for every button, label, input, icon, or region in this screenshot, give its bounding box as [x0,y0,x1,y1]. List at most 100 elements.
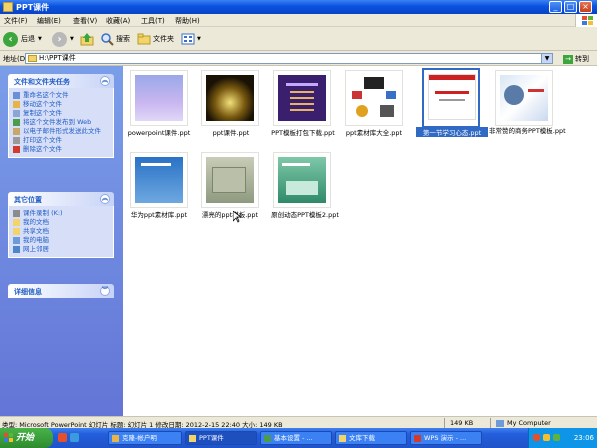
file-name[interactable]: powerpoint课件.ppt [127,127,191,137]
file-thumbnail[interactable] [273,70,331,126]
search-button[interactable]: 搜索 [100,30,130,48]
file-name[interactable]: 原创动态PPT模板2.ppt [269,209,341,219]
file-view: powerpoint课件.ppt ppt课件.ppt PPT模板打包下载.ppt [123,66,597,416]
back-button[interactable]: ‹ 后退 ▼ [3,30,42,48]
status-size: 149 KB [450,419,474,427]
file-thumbnail[interactable] [345,70,403,126]
task-email[interactable]: 以电子邮件形式发送此文件 [13,127,109,135]
file-tasks-header[interactable]: 文件和文件夹任务 ︽ [8,74,114,88]
file-tasks-title: 文件和文件夹任务 [14,78,70,86]
computer-icon [496,419,504,427]
quicklaunch-icon[interactable] [70,433,79,442]
menu-favorites[interactable]: 收藏(A) [106,16,130,26]
go-button[interactable]: → 转到 [563,54,589,64]
drive-icon [13,210,20,217]
status-divider [444,418,445,428]
file-name[interactable]: 华为ppt素材库.ppt [127,209,191,219]
views-button[interactable]: ▼ [181,30,201,48]
file-tasks-panel: 文件和文件夹任务 ︽ 重命名这个文件 移动这个文件 复制这个文件 将这个文件发布… [8,74,114,158]
task-move[interactable]: 移动这个文件 [13,100,109,108]
file-thumbnail[interactable] [201,70,259,126]
taskbar-button[interactable]: 文库下载 [335,431,407,445]
place-network[interactable]: 网上邻居 [13,245,109,253]
file-thumbnail[interactable] [273,152,331,208]
tray-icon[interactable] [543,434,550,441]
folders-icon [137,33,151,45]
file-name[interactable]: ppt素材库大全.ppt [341,127,407,137]
expand-chevron-icon[interactable]: ︾ [100,286,110,296]
taskbar-button-active[interactable]: PPT课件 [185,431,257,445]
task-delete[interactable]: 删除这个文件 [13,145,109,153]
close-button[interactable]: × [579,1,592,13]
address-input[interactable]: H:\PPT课件 ▼ [25,53,553,64]
file-name[interactable]: 漂亮的ppt模板.ppt [197,209,263,219]
place-shared-documents[interactable]: 共享文档 [13,227,109,235]
back-dropdown-icon[interactable]: ▼ [38,36,42,42]
place-label: 共享文档 [23,227,49,235]
tray-icon[interactable] [533,434,540,441]
task-copy[interactable]: 复制这个文件 [13,109,109,117]
place-label: 网上邻居 [23,245,49,253]
menu-edit[interactable]: 编辑(E) [37,16,61,26]
file-thumbnail[interactable] [130,70,188,126]
folders-button[interactable]: 文件夹 [137,30,174,48]
place-label: 课件录制 (K:) [23,209,63,217]
menu-view[interactable]: 查看(V) [73,16,97,26]
taskbar-button-label: WPS 演示 - ... [424,434,467,442]
app-icon [264,435,271,442]
folder-icon [3,2,13,12]
file-thumbnail[interactable] [495,70,553,126]
minimize-button[interactable]: _ [549,1,562,13]
place-my-documents[interactable]: 我的文档 [13,218,109,226]
file-thumbnail[interactable] [130,152,188,208]
up-folder-icon [80,33,94,46]
views-dropdown-icon[interactable]: ▼ [197,36,201,42]
menu-help[interactable]: 帮助(H) [175,16,200,26]
file-name[interactable]: 非常赞的商务PPT模板.ppt [489,127,566,135]
task-rename[interactable]: 重命名这个文件 [13,91,109,99]
file-name[interactable]: ppt课件.ppt [199,127,263,137]
copy-icon [13,110,20,117]
forward-dropdown-icon[interactable]: ▼ [70,36,74,42]
taskbar-button[interactable]: 克隆-帐户明 [108,431,182,445]
clock[interactable]: 23:06 [574,434,594,442]
slide-preview-image [278,157,326,203]
app-icon [112,435,119,442]
windows-flag-icon [4,433,13,442]
place-my-computer[interactable]: 我的电脑 [13,236,109,244]
task-label: 打印这个文件 [23,136,62,144]
details-header[interactable]: 详细信息 ︾ [8,284,114,298]
file-name-selected[interactable]: 第一节学习心态.ppt [416,127,488,137]
folder-icon [339,435,346,442]
file-thumbnail-selected[interactable] [422,68,480,128]
collapse-chevron-icon[interactable]: ︽ [100,194,110,204]
taskbar-button[interactable]: WPS 演示 - ... [410,431,482,445]
delete-icon [13,146,20,153]
task-label: 将这个文件发布到 Web [23,118,92,126]
place-drive-k[interactable]: 课件录制 (K:) [13,209,109,217]
network-icon [13,246,20,253]
menu-file[interactable]: 文件(F) [4,16,28,26]
task-print[interactable]: 打印这个文件 [13,136,109,144]
title-bar[interactable]: PPT课件 _ □ × [0,0,597,14]
menu-tools[interactable]: 工具(T) [141,16,165,26]
folders-label: 文件夹 [153,35,174,43]
maximize-button[interactable]: □ [564,1,577,13]
slide-preview-image [500,75,548,121]
forward-button[interactable]: › ▼ [52,30,74,48]
details-title: 详细信息 [14,288,42,296]
collapse-chevron-icon[interactable]: ︽ [100,76,110,86]
taskbar-button[interactable]: 基本设置 - ... [260,431,332,445]
start-button[interactable]: 开始 [0,428,53,448]
address-dropdown-icon[interactable]: ▼ [541,54,552,63]
file-thumbnail[interactable] [201,152,259,208]
quicklaunch-icon[interactable] [58,433,67,442]
tray-icon[interactable] [553,434,560,441]
back-arrow-icon: ‹ [3,31,18,47]
search-icon [101,33,114,46]
other-places-header[interactable]: 其它位置 ︽ [8,192,114,206]
up-folder-button[interactable] [80,30,94,48]
views-icon [181,33,195,45]
task-publish-web[interactable]: 将这个文件发布到 Web [13,118,109,126]
file-name[interactable]: PPT模板打包下载.ppt [269,127,337,137]
